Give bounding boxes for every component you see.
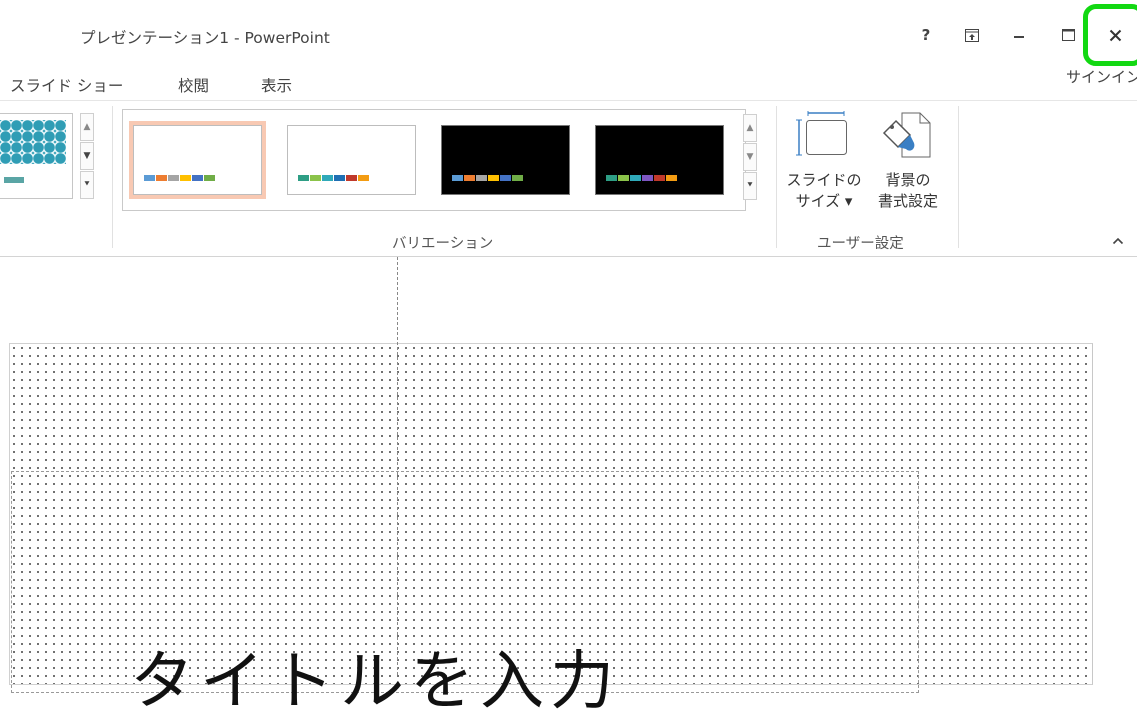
collapse-ribbon-button[interactable] (1108, 232, 1128, 250)
color-swatch (346, 175, 357, 181)
color-swatch (334, 175, 345, 181)
variation-color-swatches (298, 175, 370, 181)
variation-color-swatches (452, 175, 524, 181)
variation-thumbnail[interactable] (283, 121, 420, 199)
color-swatch (488, 175, 499, 181)
color-swatch (156, 175, 167, 181)
variations-scroll-up[interactable]: ▲ (743, 114, 757, 142)
help-button[interactable]: ? (910, 20, 942, 50)
variation-preview (441, 125, 570, 195)
color-swatch (204, 175, 215, 181)
color-swatch (464, 175, 475, 181)
color-swatch (322, 175, 333, 181)
color-swatch (298, 175, 309, 181)
slide-size-label: スライドの (786, 171, 862, 189)
ribbon-group-separator (112, 106, 113, 248)
tab-slide-show[interactable]: スライド ショー (10, 74, 123, 96)
slide-size-icon (796, 111, 847, 156)
color-swatch (168, 175, 179, 181)
variation-thumbnail[interactable] (437, 121, 574, 199)
minimize-button[interactable] (1003, 20, 1035, 50)
variation-thumbnail[interactable] (591, 121, 728, 199)
ribbon-display-options-icon (965, 28, 979, 42)
color-swatch (310, 175, 321, 181)
minimize-icon (1014, 36, 1024, 38)
close-button-highlight (1083, 4, 1137, 66)
sign-in-link[interactable]: サインイン (1066, 66, 1137, 87)
variations-group-label: バリエーション (392, 236, 494, 252)
theme-accent-swatch (4, 177, 24, 183)
variation-thumbnail[interactable] (129, 121, 266, 199)
color-swatch (606, 175, 617, 181)
variation-color-swatches (606, 175, 678, 181)
format-background-icon (882, 112, 931, 158)
theme-gallery-scroll-up[interactable]: ▲ (80, 113, 94, 141)
color-swatch (180, 175, 191, 181)
theme-gallery-item[interactable] (0, 113, 73, 199)
slide-size-label-2: サイズ ▾ (795, 192, 853, 210)
color-swatch (666, 175, 677, 181)
theme-gallery-scroll-down[interactable]: ▼ (80, 142, 94, 170)
format-background-label: 背景の (885, 171, 931, 189)
chevron-up-icon (1112, 237, 1124, 245)
slide-size-button[interactable]: スライドの サイズ ▾ (786, 108, 862, 218)
title-placeholder-text: タイトルを入力 (130, 645, 620, 719)
color-swatch (642, 175, 653, 181)
color-swatch (144, 175, 155, 181)
color-swatch (500, 175, 511, 181)
variation-color-swatches (144, 175, 216, 181)
color-swatch (654, 175, 665, 181)
variation-preview (287, 125, 416, 195)
color-swatch (358, 175, 369, 181)
color-swatch (630, 175, 641, 181)
format-background-button[interactable]: 背景の 書式設定 (866, 108, 950, 218)
variation-preview (595, 125, 724, 195)
variations-more[interactable]: ⯆ (743, 172, 757, 200)
window-title: プレゼンテーション1 - PowerPoint (80, 29, 330, 47)
color-swatch (618, 175, 629, 181)
tab-review[interactable]: 校閲 (178, 74, 209, 96)
ribbon-group-separator (958, 106, 959, 248)
ribbon-display-options-button[interactable] (956, 20, 988, 50)
variation-preview (133, 125, 262, 195)
color-swatch (452, 175, 463, 181)
user-settings-group-label: ユーザー設定 (817, 236, 904, 252)
maximize-icon (1061, 29, 1075, 41)
theme-gallery-more[interactable]: ⯆ (80, 171, 94, 199)
color-swatch (192, 175, 203, 181)
color-swatch (512, 175, 523, 181)
color-swatch (476, 175, 487, 181)
variations-scroll-down[interactable]: ▼ (743, 143, 757, 171)
ribbon-group-separator (776, 106, 777, 248)
maximize-button[interactable] (1052, 20, 1084, 50)
tab-view[interactable]: 表示 (261, 74, 292, 96)
theme-pattern (0, 120, 66, 164)
format-background-label-2: 書式設定 (877, 192, 938, 210)
